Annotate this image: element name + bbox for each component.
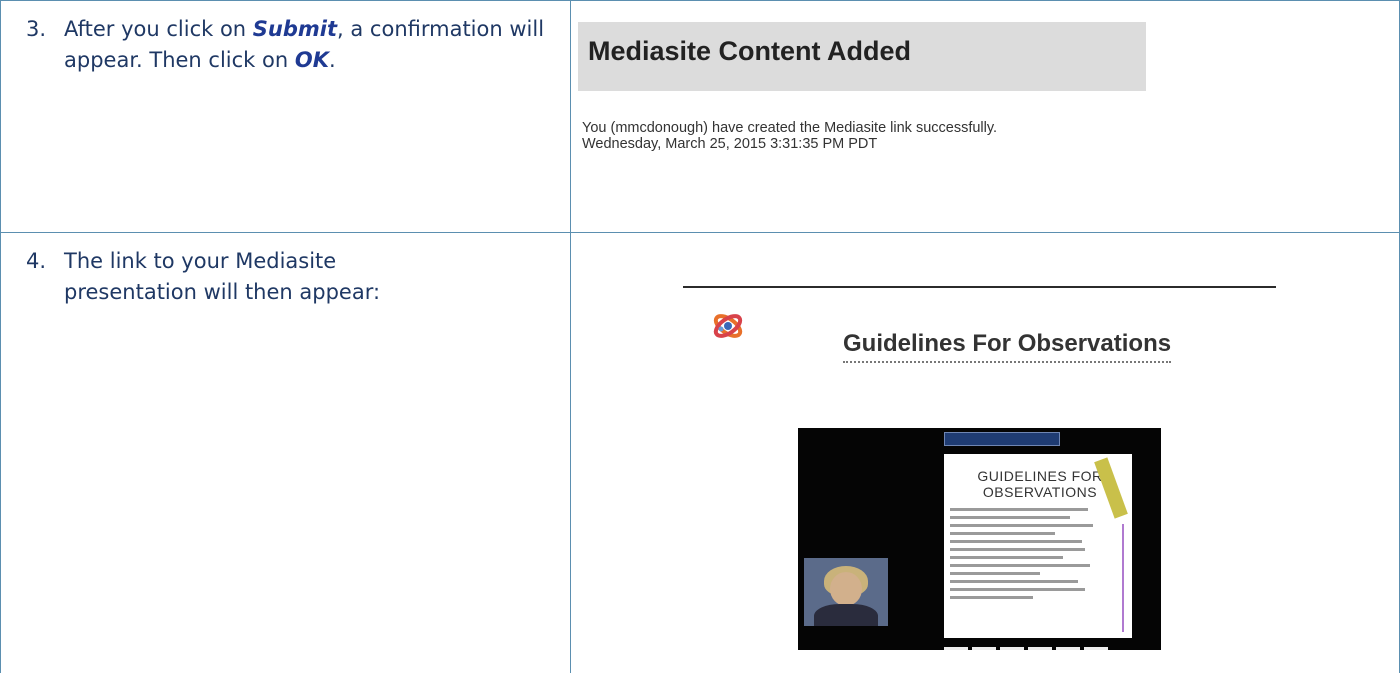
separator-line — [683, 286, 1276, 288]
instruction-table — [0, 0, 1400, 673]
table-column-divider — [570, 0, 571, 673]
presentation-thumbnail[interactable]: GUIDELINES FOR OBSERVATIONS — [798, 428, 1161, 650]
step-text: After you click on Submit, a confirmatio… — [64, 17, 545, 72]
table-border-top — [0, 0, 1400, 1]
step-number: 3. — [26, 17, 47, 41]
slide-text-lines — [950, 508, 1100, 604]
confirmation-timestamp: Wednesday, March 25, 2015 3:31:35 PM PDT — [582, 136, 878, 152]
thumbnail-banner — [944, 432, 1060, 446]
ok-emphasis: OK — [294, 48, 329, 72]
confirmation-title: Mediasite Content Added — [588, 36, 912, 66]
table-border-middle — [0, 232, 1400, 233]
presentation-link[interactable]: Guidelines For Observations — [843, 330, 1172, 363]
step-text: The link to your Mediasite presentation … — [64, 249, 381, 304]
confirmation-message: You (mmcdonough) have created the Medias… — [582, 120, 997, 152]
confirmation-text: You (mmcdonough) have created the Medias… — [582, 120, 998, 136]
presenter-video — [804, 558, 888, 626]
slide-preview: GUIDELINES FOR OBSERVATIONS — [944, 454, 1132, 638]
step-number: 4. — [26, 249, 47, 273]
slide-thumbnail-strip — [944, 642, 1154, 650]
slide-title: GUIDELINES FOR OBSERVATIONS — [977, 468, 1103, 500]
submit-emphasis: Submit — [252, 17, 338, 41]
mediasite-logo-icon — [713, 311, 743, 341]
table-border-left — [0, 0, 1, 673]
squiggle-decoration — [1114, 524, 1124, 632]
